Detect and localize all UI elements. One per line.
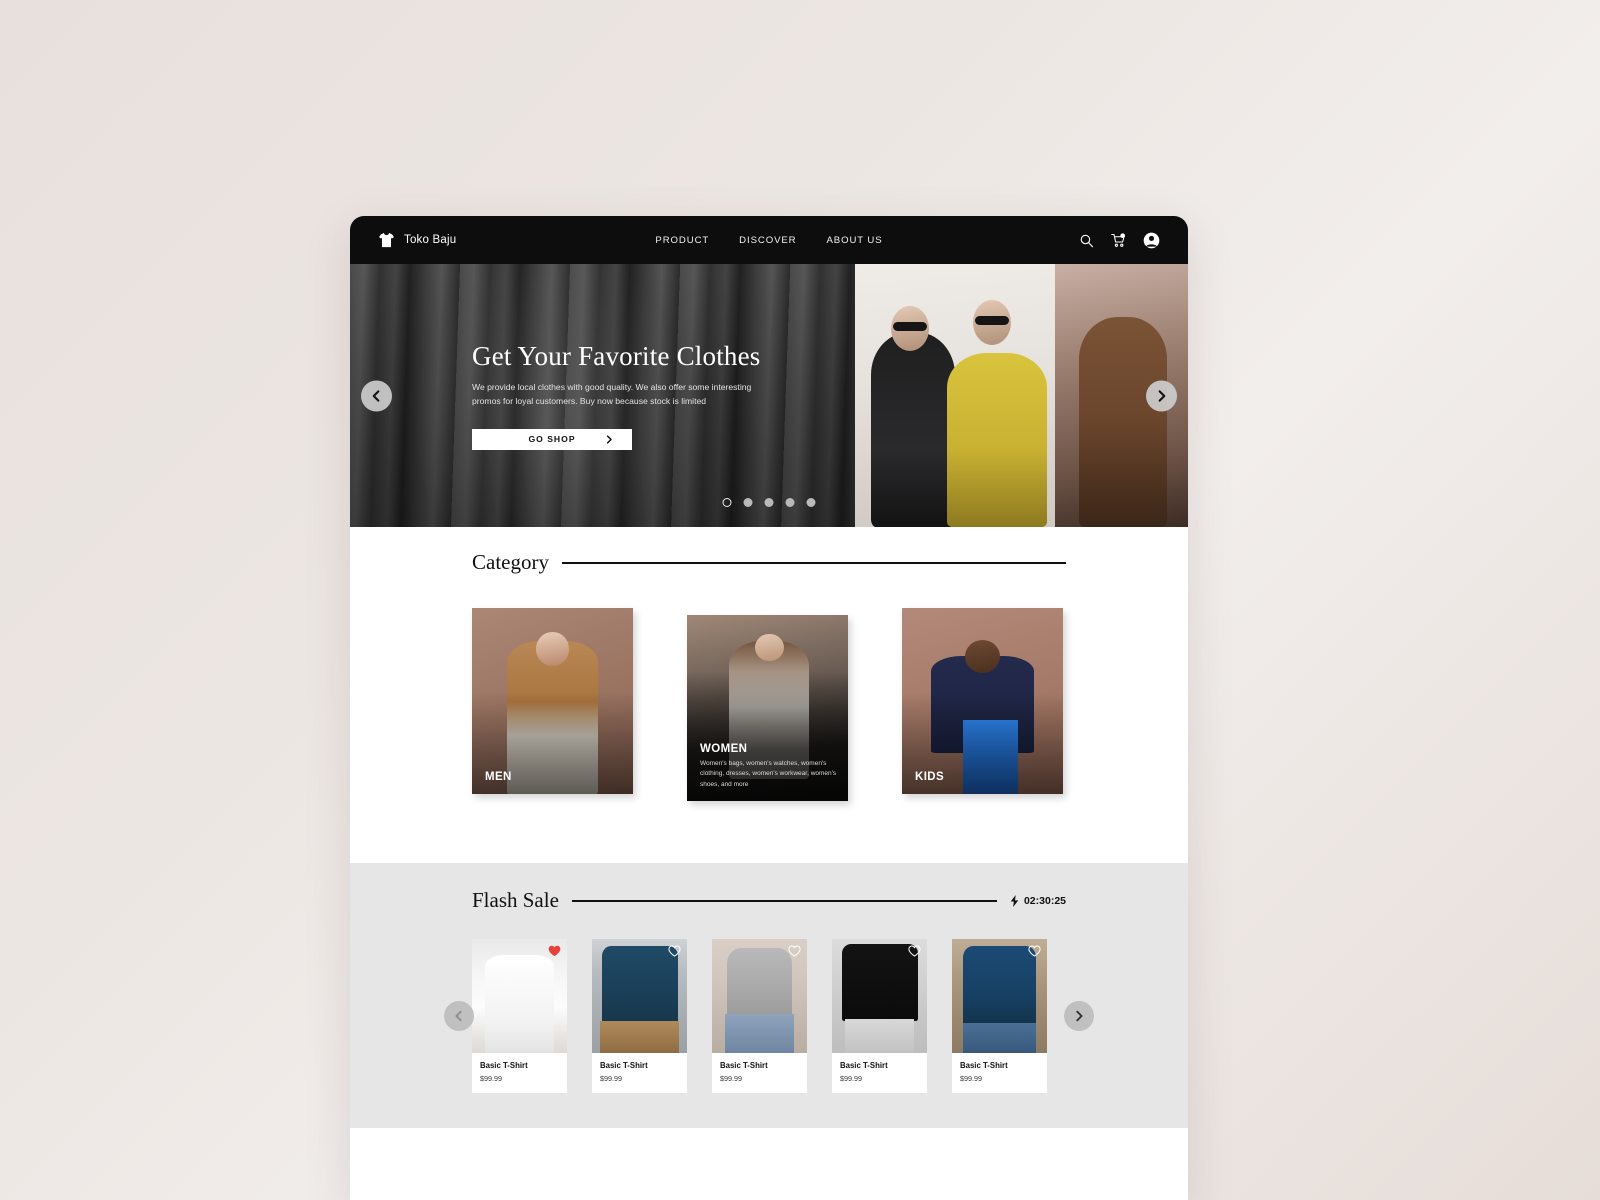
category-card-grid: MEN WOMEN Women's bags, women's watches,…: [472, 608, 1066, 801]
category-rule: [561, 561, 1066, 564]
product-name: Basic T-Shirt: [480, 1061, 528, 1070]
category-title: Category: [472, 550, 549, 574]
category-card-women[interactable]: WOMEN Women's bags, women's watches, wom…: [687, 615, 848, 801]
hero-prev-button[interactable]: [361, 380, 392, 411]
flash-sale-timer: 02:30:25: [1010, 894, 1066, 907]
product-price: $99.99: [600, 1074, 622, 1083]
product-name: Basic T-Shirt: [960, 1061, 1008, 1070]
flash-sale-next-button[interactable]: [1064, 1001, 1094, 1031]
chevron-left-icon: [372, 389, 380, 402]
hero-carousel: Get Your Favorite Clothes We provide loc…: [350, 264, 1188, 527]
flash-sale-timer-value: 02:30:25: [1023, 894, 1066, 907]
nav-icon-group: [1079, 232, 1160, 249]
flash-sale-title: Flash Sale: [472, 888, 559, 912]
page-bottom-area: [350, 1128, 1188, 1200]
cart-icon[interactable]: [1111, 232, 1126, 248]
category-card-men[interactable]: MEN: [472, 608, 633, 794]
product-card[interactable]: Basic T-Shirt $99.99: [952, 939, 1047, 1093]
hero-dot-3[interactable]: [764, 498, 774, 507]
hero-title: Get Your Favorite Clothes: [472, 341, 761, 372]
category-heading: Category: [472, 550, 1066, 575]
category-gradient-overlay: [902, 608, 1063, 794]
hero-slide-indicators: [722, 498, 816, 507]
hero-content: Get Your Favorite Clothes We provide loc…: [472, 264, 892, 527]
product-price: $99.99: [480, 1074, 502, 1083]
bolt-icon: [1010, 894, 1019, 907]
category-gradient-overlay: [472, 608, 633, 794]
brand-logo[interactable]: Toko Baju: [378, 232, 456, 248]
hero-dot-2[interactable]: [743, 498, 753, 507]
heart-filled-icon[interactable]: [548, 945, 561, 957]
brand-name: Toko Baju: [404, 234, 457, 246]
heart-outline-icon[interactable]: [908, 945, 921, 957]
category-label-kids: KIDS: [915, 771, 945, 783]
heart-outline-icon[interactable]: [1028, 945, 1041, 957]
category-card-kids[interactable]: KIDS: [902, 608, 1063, 794]
category-description-women: Women's bags, women's watches, women's c…: [700, 759, 837, 788]
nav-link-product[interactable]: PRODUCT: [655, 235, 709, 246]
product-image: [592, 939, 687, 1053]
search-icon[interactable]: [1079, 233, 1094, 248]
nav-link-about-us[interactable]: ABOUT US: [826, 235, 882, 246]
product-name: Basic T-Shirt: [720, 1061, 768, 1070]
chevron-right-icon: [606, 434, 612, 444]
category-label-men: MEN: [485, 771, 512, 783]
product-card[interactable]: Basic T-Shirt $99.99: [712, 939, 807, 1093]
product-image: [832, 939, 927, 1053]
category-section: Category MEN WOMEN Women's bags, women's…: [350, 527, 1188, 863]
flash-sale-rule: [571, 899, 997, 902]
hero-dot-1[interactable]: [722, 498, 732, 507]
hero-next-button[interactable]: [1146, 380, 1177, 411]
flash-sale-prev-button[interactable]: [444, 1001, 474, 1031]
site-window: Toko Baju PRODUCT DISCOVER ABOUT US Get …: [350, 216, 1188, 1200]
product-image: [472, 939, 567, 1053]
product-price: $99.99: [720, 1074, 742, 1083]
go-shop-button[interactable]: GO SHOP: [472, 428, 632, 450]
product-card[interactable]: Basic T-Shirt $99.99: [472, 939, 567, 1093]
chevron-right-icon: [1158, 389, 1166, 402]
heart-outline-icon[interactable]: [668, 945, 681, 957]
product-price: $99.99: [840, 1074, 862, 1083]
flash-sale-heading: Flash Sale 02:30:25: [472, 888, 1066, 913]
product-card[interactable]: Basic T-Shirt $99.99: [592, 939, 687, 1093]
chevron-left-icon: [455, 1010, 462, 1022]
top-navigation-bar: Toko Baju PRODUCT DISCOVER ABOUT US: [350, 216, 1188, 264]
product-name: Basic T-Shirt: [600, 1061, 648, 1070]
flash-sale-section: Flash Sale 02:30:25 Basic T-Shirt $99.99…: [350, 863, 1188, 1128]
product-image: [712, 939, 807, 1053]
hero-dot-5[interactable]: [806, 498, 816, 507]
chevron-right-icon: [1076, 1010, 1083, 1022]
category-label-women: WOMEN: [700, 742, 748, 755]
hero-subtitle: We provide local clothes with good quali…: [472, 382, 752, 406]
hero-dot-4[interactable]: [785, 498, 795, 507]
product-name: Basic T-Shirt: [840, 1061, 888, 1070]
heart-outline-icon[interactable]: [788, 945, 801, 957]
go-shop-label: GO SHOP: [528, 434, 576, 445]
tshirt-icon: [378, 232, 395, 248]
nav-link-discover[interactable]: DISCOVER: [739, 235, 796, 246]
nav-links: PRODUCT DISCOVER ABOUT US: [655, 235, 882, 246]
product-price: $99.99: [960, 1074, 982, 1083]
account-icon[interactable]: [1143, 232, 1160, 249]
flash-sale-product-carousel: Basic T-Shirt $99.99 Basic T-Shirt $99.9…: [444, 939, 1094, 1093]
product-card[interactable]: Basic T-Shirt $99.99: [832, 939, 927, 1093]
product-image: [952, 939, 1047, 1053]
